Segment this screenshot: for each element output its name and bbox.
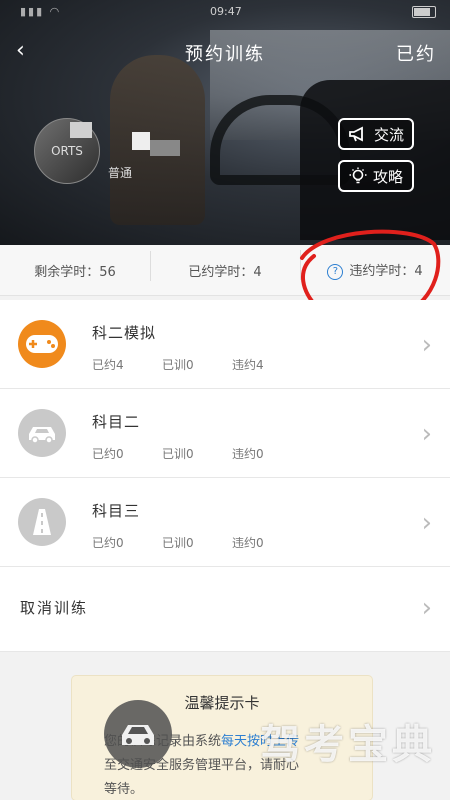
item-meta: 已约0 已训0 违约0 bbox=[92, 534, 302, 551]
username: 普通 bbox=[108, 166, 133, 180]
status-bar: ▮▮▮ ◠ 09:47 bbox=[0, 0, 450, 24]
cancel-training-row[interactable]: 取消训练 › bbox=[0, 567, 450, 652]
booked-hours: 已约学时：4 bbox=[150, 250, 300, 281]
item-violated: 违约0 bbox=[232, 536, 264, 550]
item-meta: 已约4 已训0 违约4 bbox=[92, 356, 302, 373]
status-time: 09:47 bbox=[210, 5, 242, 18]
item-trained: 已训0 bbox=[162, 536, 194, 550]
remaining-hours: 剩余学时：56 bbox=[34, 264, 116, 280]
lightbulb-icon bbox=[349, 167, 367, 184]
guide-label: 攻略 bbox=[372, 167, 403, 186]
item-name: 科目三 bbox=[92, 502, 141, 520]
car-icon bbox=[18, 409, 66, 457]
chevron-right-icon: › bbox=[421, 593, 432, 623]
nav-bar: ‹ 预约训练 已约 bbox=[0, 36, 450, 68]
item-violated: 违约4 bbox=[232, 358, 264, 372]
item-trained: 已训0 bbox=[162, 358, 194, 372]
gamepad-icon bbox=[18, 320, 66, 368]
list-item-subject3[interactable]: 科目三 已约0 已训0 违约0 › bbox=[0, 478, 450, 567]
item-booked: 已约4 bbox=[92, 358, 124, 372]
chevron-right-icon: › bbox=[421, 508, 432, 538]
item-booked: 已约0 bbox=[92, 447, 124, 461]
item-violated: 违约0 bbox=[232, 447, 264, 461]
training-list: 科二模拟 已约4 已训0 违约4 › 科目二 已约0 已训0 违约0 › 科目三 bbox=[0, 300, 450, 652]
censor-block bbox=[132, 132, 150, 150]
megaphone-icon bbox=[349, 126, 363, 142]
chat-button[interactable]: 交流 bbox=[338, 118, 414, 150]
chevron-right-icon: › bbox=[421, 419, 432, 449]
hero-banner: ▮▮▮ ◠ 09:47 ‹ 预约训练 已约 ORTS 普通 交流 攻略 bbox=[0, 0, 450, 245]
cancel-training-label: 取消训练 bbox=[20, 599, 89, 617]
booked-link[interactable]: 已约 bbox=[396, 40, 436, 66]
list-item-subject2-sim[interactable]: 科二模拟 已约4 已训0 违约4 › bbox=[0, 300, 450, 389]
censor-block bbox=[70, 122, 92, 138]
road-icon bbox=[18, 498, 66, 546]
chat-label: 交流 bbox=[373, 125, 404, 144]
page-title: 预约训练 bbox=[185, 44, 265, 65]
avatar-text: ORTS bbox=[51, 144, 83, 158]
tip-line-3: 等待。 bbox=[104, 782, 144, 797]
censor-block bbox=[150, 140, 180, 156]
list-item-subject2[interactable]: 科目二 已约0 已训0 违约0 › bbox=[0, 389, 450, 478]
guide-button[interactable]: 攻略 bbox=[338, 160, 414, 192]
chevron-right-icon: › bbox=[421, 330, 432, 360]
item-name: 科目二 bbox=[92, 413, 141, 431]
item-booked: 已约0 bbox=[92, 536, 124, 550]
watermark-text: 驾考宝典 bbox=[260, 722, 436, 768]
item-name: 科二模拟 bbox=[92, 324, 157, 342]
battery-icon bbox=[412, 6, 436, 18]
signal-icon: ▮▮▮ ◠ bbox=[20, 5, 62, 18]
item-trained: 已训0 bbox=[162, 447, 194, 461]
car-logo-icon bbox=[104, 700, 172, 768]
item-meta: 已约0 已训0 违约0 bbox=[92, 445, 302, 462]
